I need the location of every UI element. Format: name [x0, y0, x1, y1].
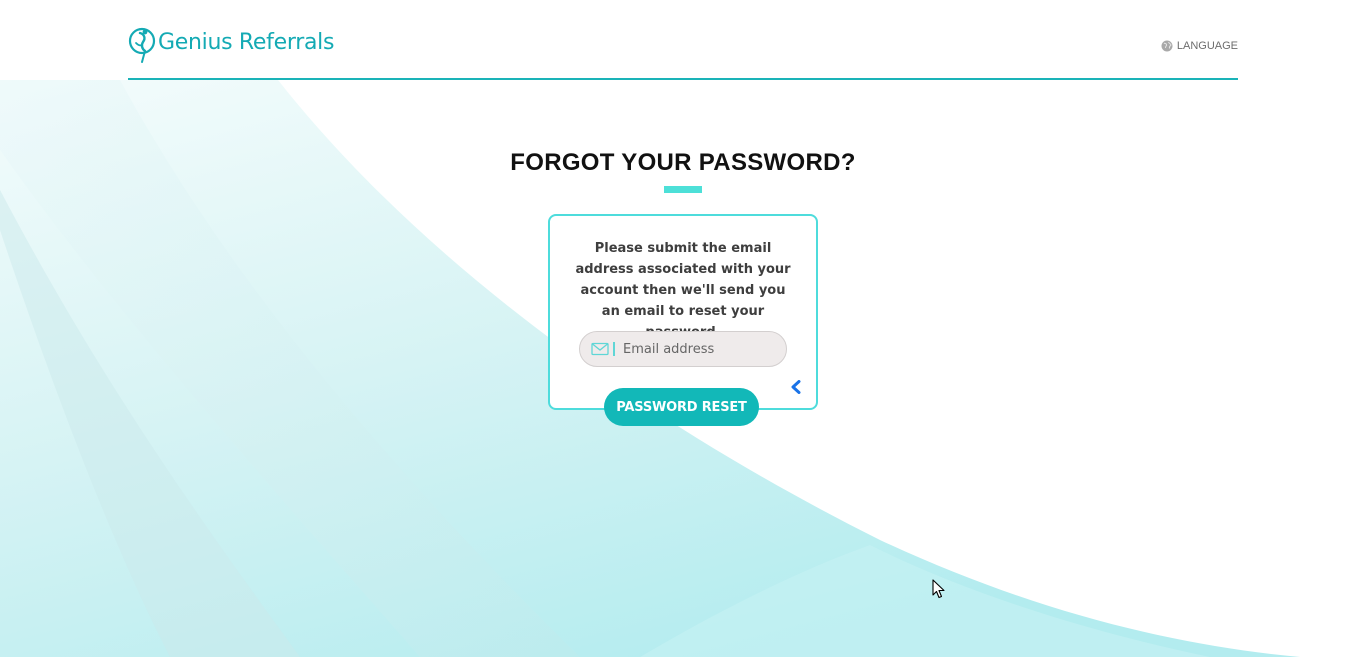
password-reset-button[interactable]: PASSWORD RESET: [604, 388, 759, 426]
title-accent-bar: [664, 186, 702, 193]
forgot-password-card: Please submit the email address associat…: [548, 214, 818, 410]
mouse-pointer-icon: [932, 579, 945, 599]
language-label: LANGUAGE: [1176, 40, 1238, 52]
chevron-left-icon[interactable]: [790, 380, 802, 394]
field-divider: [613, 342, 615, 356]
genius-referrals-logo-icon: [128, 27, 156, 63]
mail-icon: [591, 342, 609, 356]
header: Genius Referrals LANGUAGE: [128, 0, 1238, 80]
globe-icon: [1161, 40, 1173, 52]
page: Genius Referrals LANGUAGE FORGOT YOUR PA…: [0, 0, 1366, 657]
email-field[interactable]: [579, 331, 787, 367]
language-selector[interactable]: LANGUAGE: [1161, 40, 1238, 52]
page-title: FORGOT YOUR PASSWORD?: [510, 149, 856, 176]
logo-text: Genius Referrals: [158, 29, 335, 55]
instructions-text: Please submit the email address associat…: [575, 241, 791, 340]
logo[interactable]: Genius Referrals: [128, 24, 334, 66]
email-input[interactable]: [623, 341, 773, 357]
